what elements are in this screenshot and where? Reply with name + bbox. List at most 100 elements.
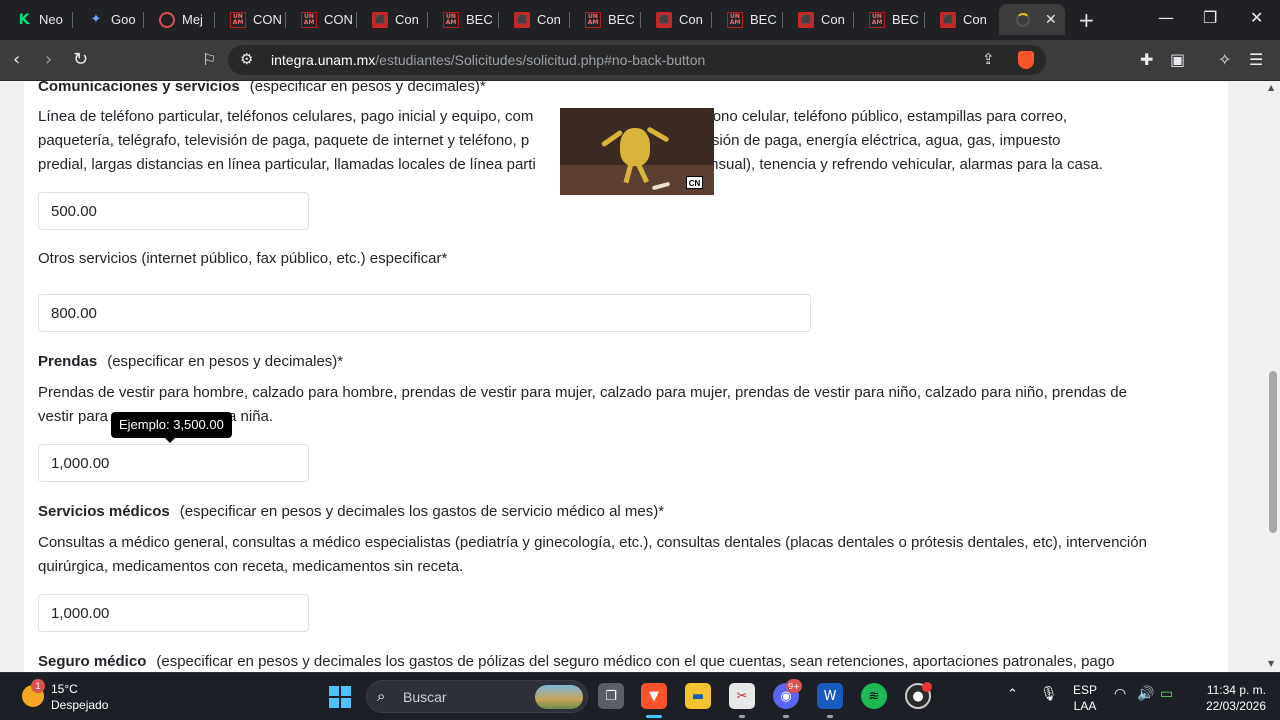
tab-title: Con	[395, 12, 419, 27]
tab-title: BEC	[892, 12, 919, 27]
cartoon-network-logo-icon: CN	[686, 176, 703, 189]
floating-gif-overlay[interactable]: CN	[560, 108, 714, 195]
battery-charging-icon[interactable]: ▭	[1160, 686, 1173, 702]
circle-logo-icon	[159, 11, 175, 28]
tab-title: BEC	[608, 12, 635, 27]
section-title-servicios-medicos: Servicios médicos (especificar en pesos y…	[38, 503, 665, 520]
address-bar[interactable]: ⚙ integra.unam.mx/estudiantes/Solicitude…	[228, 45, 1046, 75]
brave-shield-icon[interactable]	[1018, 51, 1034, 69]
gemini-star-icon: ✦	[90, 12, 102, 27]
servicios-medicos-description: Consultas a médico general, consultas a …	[38, 534, 1147, 575]
tab[interactable]: K Neo	[0, 4, 71, 35]
tab[interactable]: ⬛ Con	[924, 4, 995, 35]
snipping-tool-icon[interactable]: ✂	[729, 683, 755, 709]
bookmark-icon[interactable]: ⚐	[202, 49, 216, 71]
tab[interactable]: Mej	[143, 4, 214, 35]
volume-icon[interactable]: 🔊	[1137, 686, 1154, 702]
loading-spinner-icon	[1015, 12, 1031, 28]
language-indicator[interactable]: ESP LAA	[1070, 682, 1100, 714]
pdf-icon: ⬛	[656, 11, 672, 28]
weather-temperature[interactable]: 15°C	[51, 682, 78, 696]
reload-icon[interactable]: ↻	[73, 49, 88, 71]
pdf-icon: ⬛	[372, 11, 388, 28]
tab-active[interactable]: ✕	[999, 4, 1065, 35]
tab-title: Con	[963, 12, 987, 27]
tab-title: Goo	[111, 12, 136, 27]
tab-title: Neo	[39, 12, 63, 27]
prendas-input[interactable]	[38, 444, 309, 482]
tab-strip: K Neo ✦ Goo Mej UN AM CON UN AM CON ⬛ Co…	[0, 0, 1280, 40]
spotify-icon[interactable]: ≋	[861, 683, 887, 709]
menu-icon[interactable]: ☰	[1249, 49, 1263, 71]
minimize-icon[interactable]: —	[1158, 8, 1174, 27]
tab-title: Mej	[182, 12, 203, 27]
discord-badge: 9+	[786, 679, 802, 693]
tab[interactable]: ⬛ Con	[498, 4, 569, 35]
tab-title: Con	[821, 12, 845, 27]
section-title-seguro-medico: Seguro médico (especificar en pesos y dec…	[38, 653, 1115, 670]
unam-logo-icon: UN AM	[443, 11, 459, 28]
tab[interactable]: ⬛ Con	[782, 4, 853, 35]
microphone-icon[interactable]: 🎙	[1040, 686, 1058, 702]
recording-indicator-icon	[922, 682, 932, 692]
tab-title: CON	[253, 12, 282, 27]
show-hidden-icons-icon[interactable]: ⌃	[1007, 687, 1018, 702]
taskbar-search[interactable]: ⌕ Buscar	[366, 680, 588, 713]
pdf-icon: ⬛	[514, 11, 530, 28]
url-text[interactable]: integra.unam.mx/estudiantes/Solicitudes/…	[271, 52, 705, 68]
pdf-icon: ⬛	[798, 11, 814, 28]
tab[interactable]: UN AM BEC	[853, 4, 924, 35]
search-icon: ⌕	[377, 687, 386, 705]
maximize-icon[interactable]: ❐	[1203, 8, 1217, 27]
wifi-icon[interactable]: ◠	[1114, 686, 1126, 702]
unam-logo-icon: UN AM	[727, 11, 743, 28]
reading-list-icon[interactable]: ▣	[1170, 49, 1185, 71]
unam-logo-icon: UN AM	[230, 11, 246, 28]
unam-logo-icon: UN AM	[585, 11, 601, 28]
page-scrollbar[interactable]: ▲ ▼	[1266, 81, 1280, 672]
brave-browser-icon[interactable]: ▼	[641, 683, 667, 709]
tab-title: BEC	[466, 12, 493, 27]
kick-logo-icon: K	[18, 11, 30, 28]
tab[interactable]: UN AM BEC	[427, 4, 498, 35]
task-view-icon[interactable]: ❐	[598, 683, 624, 709]
input-tooltip: Ejemplo: 3,500.00	[111, 412, 232, 443]
back-icon[interactable]: ‹	[13, 49, 20, 71]
tab[interactable]: ⬛ Con	[356, 4, 427, 35]
section-title-prendas: Prendas (especificar en pesos y decimales…	[38, 353, 344, 370]
close-window-icon[interactable]: ✕	[1250, 8, 1263, 27]
file-explorer-icon[interactable]: ▬	[685, 683, 711, 709]
system-clock[interactable]: 11:34 p. m. 22/03/2026	[1190, 682, 1266, 714]
comunicaciones-input[interactable]	[38, 192, 309, 230]
otros-servicios-label: Otros servicios (internet público, fax p…	[38, 250, 448, 267]
leo-ai-icon[interactable]: ✧	[1218, 49, 1231, 71]
tab[interactable]: UN AM CON	[214, 4, 285, 35]
browser-toolbar: ‹ › ↻ ⚐ ⚙ integra.unam.mx/estudiantes/So…	[0, 40, 1280, 81]
word-icon[interactable]: W	[817, 683, 843, 709]
pdf-icon: ⬛	[940, 11, 956, 28]
otros-servicios-input[interactable]	[38, 294, 811, 332]
extensions-icon[interactable]: ✚	[1140, 49, 1153, 71]
tab[interactable]: UN AM BEC	[569, 4, 640, 35]
tab-title: BEC	[750, 12, 777, 27]
start-button[interactable]	[329, 686, 351, 708]
tab-title: CON	[324, 12, 353, 27]
tab[interactable]: UN AM BEC	[711, 4, 782, 35]
share-icon[interactable]: ⇪	[982, 50, 995, 68]
scroll-down-icon[interactable]: ▼	[1268, 659, 1274, 668]
search-highlight-image	[535, 685, 583, 709]
search-placeholder: Buscar	[403, 689, 447, 705]
tab[interactable]: ✦ Goo	[72, 4, 143, 35]
tab[interactable]: UN AM CON	[285, 4, 356, 35]
scroll-up-icon[interactable]: ▲	[1268, 83, 1274, 92]
weather-description[interactable]: Despejado	[51, 698, 108, 712]
site-settings-icon[interactable]: ⚙	[240, 50, 253, 68]
scrollbar-thumb[interactable]	[1269, 371, 1277, 533]
tab-title: Con	[537, 12, 561, 27]
forward-icon[interactable]: ›	[45, 49, 52, 71]
servicios-medicos-input[interactable]	[38, 594, 309, 632]
new-tab-icon[interactable]: +	[1078, 8, 1095, 32]
close-tab-icon[interactable]: ✕	[1045, 12, 1057, 28]
weather-notification-badge: 1	[31, 679, 45, 693]
tab[interactable]: ⬛ Con	[640, 4, 711, 35]
